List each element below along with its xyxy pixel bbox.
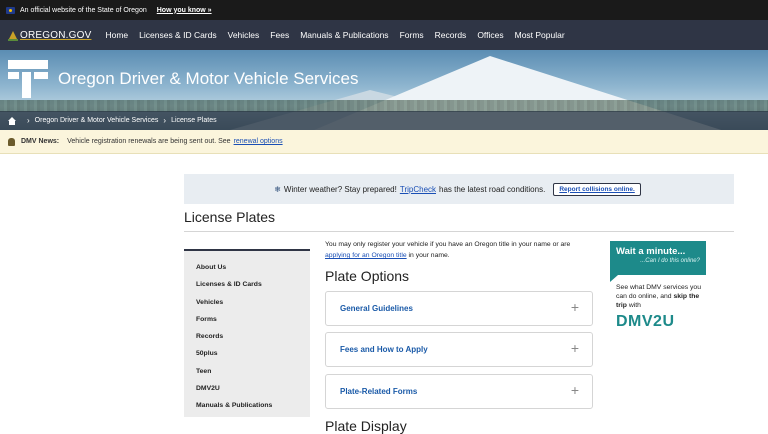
alert-text-after: has the latest road conditions. bbox=[439, 184, 546, 194]
sidebar-item-50plus[interactable]: 50plus bbox=[184, 345, 310, 362]
accordion-label: Fees and How to Apply bbox=[340, 345, 428, 354]
accordion-fees-how-to-apply[interactable]: Fees and How to Apply + bbox=[325, 332, 593, 367]
promo-body: See what DMV services you can do online,… bbox=[610, 283, 710, 310]
snowflake-icon: ❄ bbox=[274, 184, 281, 194]
alert-text-before: Winter weather? Stay prepared! bbox=[283, 184, 397, 194]
accordion-label: General Guidelines bbox=[340, 304, 413, 313]
breadcrumb-item-dmv[interactable]: Oregon Driver & Motor Vehicle Services bbox=[35, 117, 159, 124]
intro-text-after: in your name. bbox=[408, 252, 450, 259]
nav-item-records[interactable]: Records bbox=[435, 30, 467, 40]
chevron-right-icon: › bbox=[163, 116, 167, 125]
plate-options-heading: Plate Options bbox=[325, 268, 410, 284]
plus-icon: + bbox=[570, 299, 579, 315]
sidebar-item-about-us[interactable]: About Us bbox=[184, 259, 310, 276]
sidebar-item-teen[interactable]: Teen bbox=[184, 363, 310, 380]
breadcrumb-item-current: License Plates bbox=[171, 117, 217, 124]
sidebar-item-licenses-id-cards[interactable]: Licenses & ID Cards bbox=[184, 276, 310, 293]
tripcheck-link[interactable]: TripCheck bbox=[400, 185, 436, 194]
accordion-plate-related-forms[interactable]: Plate-Related Forms + bbox=[325, 374, 593, 409]
dmv2u-promo[interactable]: Wait a minute... ...Can I do this online… bbox=[610, 241, 710, 331]
nav-item-most-popular[interactable]: Most Popular bbox=[515, 30, 565, 40]
promo-subhead: ...Can I do this online? bbox=[640, 258, 700, 264]
breadcrumb: › Oregon Driver & Motor Vehicle Services… bbox=[0, 111, 768, 130]
logo-text: OREGON.GOV bbox=[20, 29, 92, 41]
intro-paragraph: You may only register your vehicle if yo… bbox=[325, 239, 590, 261]
hero-banner: Oregon Driver & Motor Vehicle Services ›… bbox=[0, 50, 768, 130]
nav-item-offices[interactable]: Offices bbox=[477, 30, 503, 40]
news-text: Vehicle registration renewals are being … bbox=[67, 138, 231, 145]
plus-icon: + bbox=[570, 382, 579, 398]
odot-logo-icon[interactable] bbox=[8, 60, 48, 98]
renewal-options-link[interactable]: renewal options bbox=[234, 138, 283, 145]
promo-headline: Wait a minute... bbox=[616, 246, 686, 257]
home-icon[interactable] bbox=[8, 116, 16, 125]
speech-bubble-tail-icon bbox=[610, 275, 618, 282]
oregon-flag-icon bbox=[6, 6, 15, 14]
weather-alert: ❄ Winter weather? Stay prepared! TripChe… bbox=[184, 174, 734, 204]
nav-item-manuals-publications[interactable]: Manuals & Publications bbox=[300, 30, 388, 40]
news-label: DMV News: bbox=[21, 138, 60, 145]
plus-icon: + bbox=[570, 340, 579, 356]
applying-oregon-title-link[interactable]: applying for an Oregon title bbox=[325, 252, 407, 259]
chevron-right-icon: › bbox=[27, 116, 30, 125]
page-title: License Plates bbox=[184, 209, 276, 225]
promo-speech-bubble: Wait a minute... ...Can I do this online… bbox=[610, 241, 706, 275]
dmv-news-bar: DMV News: Vehicle registration renewals … bbox=[0, 130, 768, 154]
dmv2u-brand: DMV2U bbox=[616, 313, 675, 330]
official-banner-text: An official website of the State of Oreg… bbox=[20, 6, 147, 14]
sidebar-item-manuals-publications[interactable]: Manuals & Publications bbox=[184, 397, 310, 414]
sidebar-item-dmv2u[interactable]: DMV2U bbox=[184, 380, 310, 397]
nav-item-home[interactable]: Home bbox=[105, 30, 128, 40]
nav-item-licenses-id-cards[interactable]: Licenses & ID Cards bbox=[139, 30, 216, 40]
intro-text-before: You may only register your vehicle if yo… bbox=[325, 241, 571, 248]
nav-item-fees[interactable]: Fees bbox=[270, 30, 289, 40]
accordion-general-guidelines[interactable]: General Guidelines + bbox=[325, 291, 593, 326]
mountain-logo-icon bbox=[8, 29, 18, 41]
promo-body-after: with bbox=[628, 302, 641, 309]
report-collisions-button[interactable]: Report collisions online. bbox=[553, 182, 641, 196]
nav-item-vehicles[interactable]: Vehicles bbox=[228, 30, 260, 40]
accordion-label: Plate-Related Forms bbox=[340, 387, 418, 396]
sidebar-item-forms[interactable]: Forms bbox=[184, 311, 310, 328]
official-banner: An official website of the State of Oreg… bbox=[0, 0, 768, 20]
sidebar-item-records[interactable]: Records bbox=[184, 328, 310, 345]
sidebar-item-vehicles[interactable]: Vehicles bbox=[184, 294, 310, 311]
nav-item-forms[interactable]: Forms bbox=[400, 30, 424, 40]
sidebar-nav: About Us Licenses & ID Cards Vehicles Fo… bbox=[184, 249, 310, 417]
top-navigation: OREGON.GOV Home Licenses & ID Cards Vehi… bbox=[0, 20, 768, 50]
oregon-gov-logo[interactable]: OREGON.GOV bbox=[8, 29, 91, 41]
title-divider bbox=[184, 231, 734, 232]
bell-icon bbox=[8, 137, 15, 146]
plate-display-heading: Plate Display bbox=[325, 418, 407, 434]
site-title: Oregon Driver & Motor Vehicle Services bbox=[58, 69, 359, 88]
how-you-know-link[interactable]: How you know » bbox=[157, 7, 212, 14]
